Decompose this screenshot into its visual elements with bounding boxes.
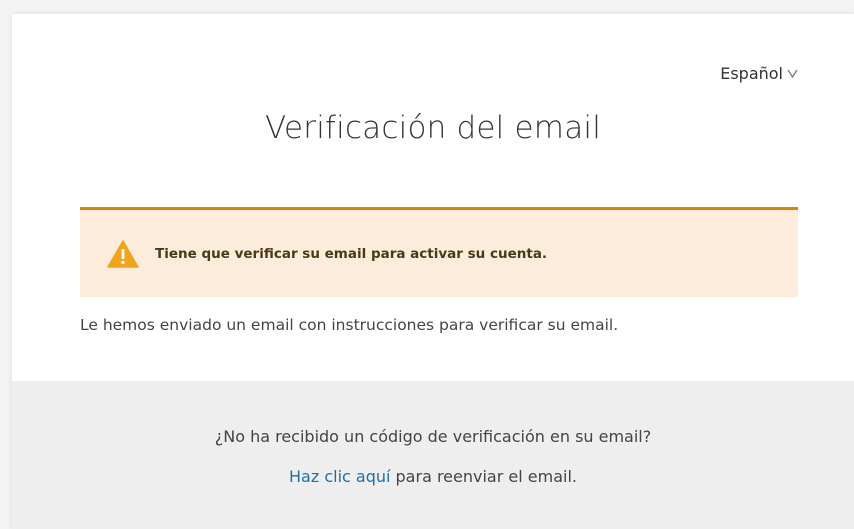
resend-question: ¿No ha recibido un código de verificació… xyxy=(214,427,652,446)
page-title: Verificación del email xyxy=(264,110,602,146)
resend-footer: ¿No ha recibido un código de verificació… xyxy=(12,381,854,529)
chevron-down-icon xyxy=(787,69,798,79)
verification-card: Español Verificación del email Tiene que… xyxy=(12,14,854,529)
language-selector[interactable]: Español xyxy=(720,64,798,83)
info-text: Le hemos enviado un email con instruccio… xyxy=(80,316,619,334)
warning-alert: Tiene que verificar su email para activa… xyxy=(80,207,798,297)
resend-suffix: para reenviar el email. xyxy=(390,467,577,486)
resend-link[interactable]: Haz clic aquí xyxy=(289,467,390,486)
alert-message: Tiene que verificar su email para activa… xyxy=(155,245,548,262)
language-label: Español xyxy=(720,64,783,83)
warning-icon xyxy=(107,239,139,268)
resend-line: Haz clic aquí para reenviar el email. xyxy=(12,467,854,486)
